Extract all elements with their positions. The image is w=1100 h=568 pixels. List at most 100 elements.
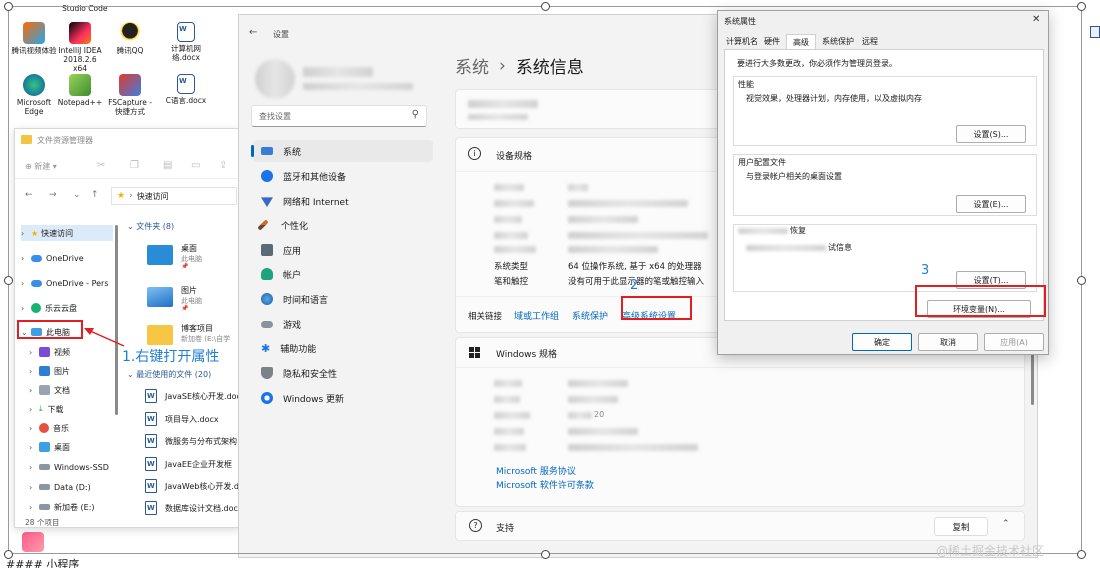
resize-handle[interactable] bbox=[1077, 276, 1086, 285]
resize-handle[interactable] bbox=[541, 2, 550, 11]
tree-item-documents[interactable]: › 文档 bbox=[29, 382, 70, 398]
folder-item-desktop[interactable]: 桌面 此电脑 📌 bbox=[145, 239, 241, 273]
tree-item-this-pc[interactable]: ⌄ 此电脑 bbox=[21, 324, 70, 340]
desktop-icon-video[interactable]: 腾讯视频体验 bbox=[10, 22, 58, 55]
performance-title: 性能 bbox=[738, 80, 754, 89]
desktop-icon-idea[interactable]: IntelliJ IDEA 2018.2.6 x64 bbox=[56, 22, 104, 73]
address-bar[interactable]: ★ › 快速访问 bbox=[111, 187, 237, 205]
apply-button[interactable]: 应用(A) bbox=[984, 333, 1044, 351]
resize-handle[interactable] bbox=[541, 550, 550, 559]
tab-hardware[interactable]: 硬件 bbox=[760, 34, 786, 50]
paste-icon[interactable]: ▤ bbox=[163, 160, 172, 171]
settings-search-box[interactable]: 查找设置 ⚲ bbox=[251, 105, 427, 127]
back-arrow-icon[interactable]: ← bbox=[249, 27, 257, 38]
tree-item-music[interactable]: › 音乐 bbox=[29, 420, 69, 436]
drive-icon bbox=[39, 464, 50, 470]
nav-item-apps[interactable]: 应用 bbox=[253, 239, 433, 261]
tree-item-onedrive[interactable]: › OneDrive bbox=[21, 250, 84, 266]
windows-logo-icon bbox=[469, 347, 480, 358]
environment-variables-button[interactable]: 环境变量(N)... bbox=[927, 300, 1031, 318]
ms-license-terms-link[interactable]: Microsoft 软件许可条款 bbox=[496, 478, 594, 491]
tab-computer-name[interactable]: 计算机名 bbox=[722, 34, 760, 50]
desktop-icon-notepadpp[interactable]: Notepad++ bbox=[56, 74, 104, 107]
resize-handle[interactable] bbox=[1077, 550, 1086, 559]
close-icon[interactable]: ✕ bbox=[1032, 14, 1040, 25]
copy-icon[interactable]: ❐ bbox=[130, 160, 139, 171]
new-button[interactable]: ⊕ 新建 ▾ bbox=[25, 161, 57, 172]
nav-item-bluetooth[interactable]: 蓝牙和其他设备 bbox=[253, 165, 433, 187]
recent-file-row[interactable]: 微服务与分布式架构 bbox=[145, 432, 251, 450]
recent-file-row[interactable]: 项目导入.docx bbox=[145, 410, 251, 428]
tree-item-onedrive-personal[interactable]: › OneDrive - Pers bbox=[21, 275, 109, 291]
up-arrow-icon[interactable]: ↑ bbox=[91, 190, 99, 200]
nav-item-accessibility[interactable]: ✱ 辅助功能 bbox=[253, 337, 433, 359]
explorer-toolbar: ⊕ 新建 ▾ ✂ ❐ ▤ ▭ ⇪ bbox=[15, 153, 239, 179]
cancel-button[interactable]: 取消 bbox=[918, 333, 978, 351]
nav-item-privacy[interactable]: 隐私和安全性 bbox=[253, 362, 433, 384]
tree-item-quick-access[interactable]: › ★ 快速访问 bbox=[21, 225, 113, 241]
layout-options-icon[interactable] bbox=[1090, 26, 1100, 38]
tree-item-pictures[interactable]: › 图片 bbox=[29, 363, 70, 379]
copy-button[interactable]: 复制 bbox=[934, 517, 988, 536]
spec-value-blur bbox=[568, 232, 708, 239]
recent-file-row[interactable]: 数据库设计文档.doc bbox=[145, 499, 251, 517]
rename-icon[interactable]: ▭ bbox=[191, 160, 200, 171]
recent-file-row[interactable]: JavaWeb核心开发.d bbox=[145, 477, 251, 495]
performance-settings-button[interactable]: 设置(S)... bbox=[956, 125, 1026, 143]
desktop-icon-edge[interactable]: Microsoft Edge bbox=[10, 74, 58, 116]
tab-remote[interactable]: 远程 bbox=[858, 34, 882, 50]
back-arrow-icon[interactable]: ← bbox=[25, 190, 33, 200]
recent-header[interactable]: ⌄ 最近使用的文件 (20) bbox=[127, 369, 211, 380]
resize-handle[interactable] bbox=[1077, 2, 1086, 11]
chevron-right-icon: › bbox=[29, 423, 33, 433]
nav-item-gaming[interactable]: 游戏 bbox=[253, 313, 433, 335]
folders-header[interactable]: ⌄ 文件夹 (8) bbox=[127, 221, 174, 232]
recent-file-row[interactable]: JavaEE企业开发框 bbox=[145, 455, 251, 473]
tree-item-data-d[interactable]: › Data (D:) bbox=[29, 479, 91, 495]
domain-workgroup-link[interactable]: 域或工作组 bbox=[514, 309, 559, 322]
advanced-system-settings-link[interactable]: 高级系统设置 bbox=[622, 309, 676, 322]
cut-icon[interactable]: ✂ bbox=[97, 160, 105, 171]
desktop-icon-fscapture[interactable]: FSCapture - 快捷方式 bbox=[106, 74, 154, 116]
win-label-blur bbox=[494, 428, 524, 435]
desktop-icon-c-doc[interactable]: C语言.docx bbox=[162, 74, 210, 105]
resize-handle[interactable] bbox=[4, 276, 13, 285]
tab-advanced[interactable]: 高级 bbox=[786, 34, 816, 50]
mini-program-icon[interactable] bbox=[22, 532, 44, 552]
share-icon[interactable]: ⇪ bbox=[219, 160, 227, 171]
tree-item-windows-ssd[interactable]: › Windows-SSD bbox=[29, 459, 109, 475]
tree-item-desktop[interactable]: › 桌面 bbox=[29, 439, 70, 455]
chevron-up-icon[interactable]: ⌃ bbox=[1002, 519, 1010, 529]
tree-item-volume-e[interactable]: › 新加卷 (E:) bbox=[29, 499, 95, 515]
nav-item-network[interactable]: 网络和 Internet bbox=[253, 190, 433, 212]
nav-item-system[interactable]: 系统 bbox=[251, 140, 433, 162]
ms-service-agreement-link[interactable]: Microsoft 服务协议 bbox=[496, 464, 576, 477]
desktop-icon-network-doc[interactable]: 计算机网络.docx bbox=[162, 22, 210, 62]
user-profiles-settings-button[interactable]: 设置(E)... bbox=[956, 195, 1026, 213]
system-protection-link[interactable]: 系统保护 bbox=[572, 309, 608, 322]
nav-item-time-language[interactable]: 时间和语言 bbox=[253, 288, 433, 310]
forward-arrow-icon[interactable]: → bbox=[49, 190, 57, 200]
nav-item-accounts[interactable]: 帐户 bbox=[253, 263, 433, 285]
ok-button[interactable]: 确定 bbox=[852, 333, 912, 351]
nav-item-personalization[interactable]: 个性化 bbox=[253, 214, 433, 236]
dropdown-chevron-icon[interactable]: ⌄ bbox=[73, 190, 81, 200]
startup-settings-button[interactable]: 设置(T)... bbox=[956, 271, 1026, 289]
tab-system-protection[interactable]: 系统保护 bbox=[816, 34, 858, 50]
tree-item-videos[interactable]: › 视频 bbox=[29, 344, 70, 360]
folder-item-pictures[interactable]: 图片 此电脑 📌 bbox=[145, 281, 241, 315]
picture-icon bbox=[39, 366, 50, 376]
support-card[interactable]: ? 支持 复制 ⌃ bbox=[455, 511, 1025, 541]
tree-item-downloads[interactable]: › ⤓ 下载 bbox=[29, 401, 64, 417]
nav-item-windows-update[interactable]: Windows 更新 bbox=[253, 387, 433, 409]
chevron-right-icon: › bbox=[21, 228, 25, 238]
word-doc-icon bbox=[177, 74, 195, 94]
tree-item-cloud-disk[interactable]: › 乐云云盘 bbox=[21, 300, 77, 316]
startup-recovery-group: 恢复 试信息 设置(T)... bbox=[733, 224, 1037, 292]
recent-file-row[interactable]: JavaSE核心开发.doc bbox=[145, 387, 251, 405]
admin-note: 要进行大多数更改，你必须作为管理员登录。 bbox=[737, 59, 897, 68]
resize-handle[interactable] bbox=[4, 550, 13, 559]
breadcrumb-parent[interactable]: 系统 bbox=[455, 53, 489, 78]
resize-handle[interactable] bbox=[4, 2, 13, 11]
desktop-icon-qq[interactable]: 腾讯QQ bbox=[106, 22, 154, 55]
